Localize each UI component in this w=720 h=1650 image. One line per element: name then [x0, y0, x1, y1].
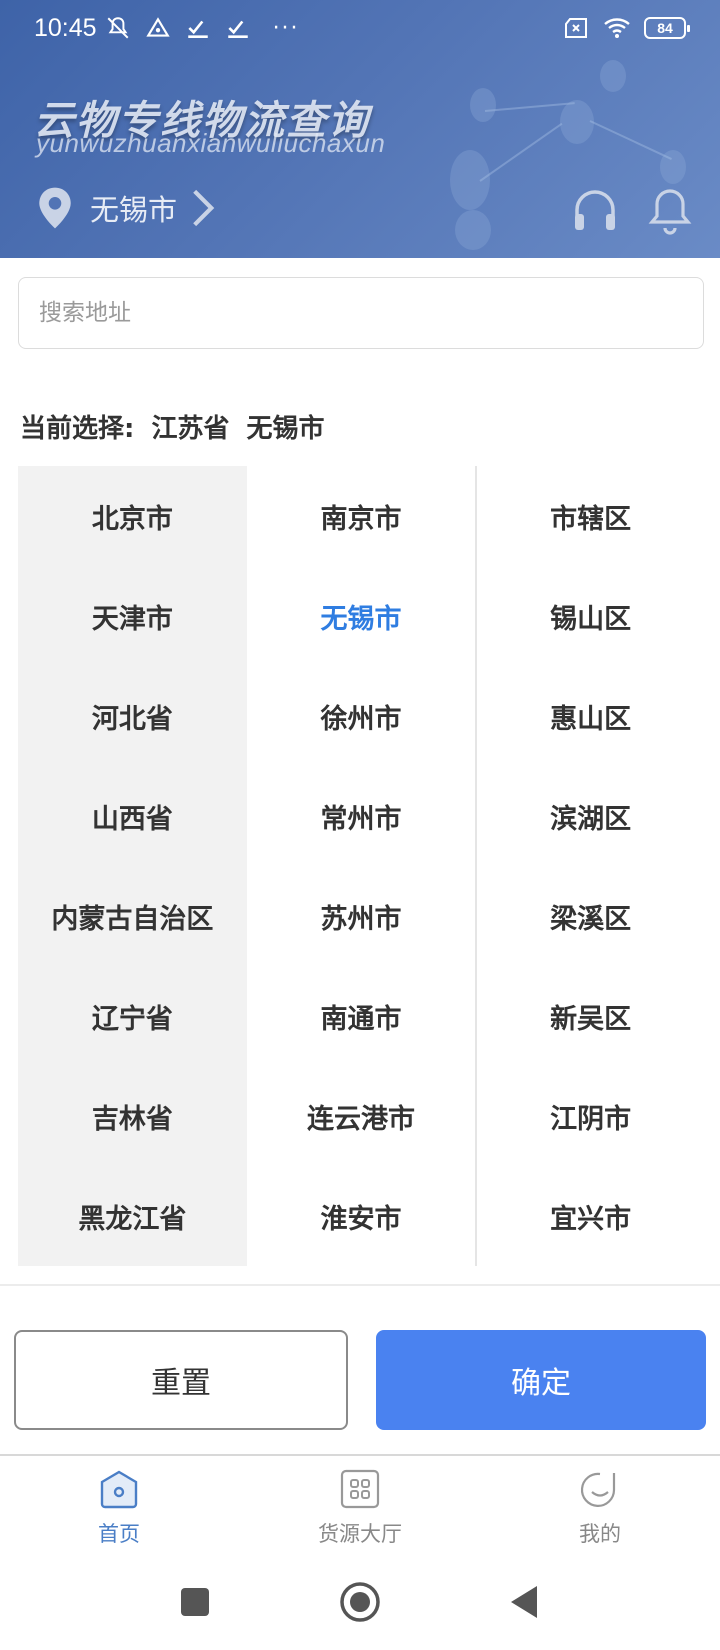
status-bar: 10:45 ··· 84 [0, 0, 720, 56]
current-selection: 当前选择: 江苏省 无锡市 [20, 408, 325, 445]
city-item[interactable]: 连云港市 [247, 1066, 476, 1166]
tab-cargo-hall[interactable]: 货源大厅 [310, 1468, 410, 1548]
decor-node [455, 210, 491, 250]
district-item[interactable]: 梁溪区 [477, 866, 704, 966]
district-item[interactable]: 惠山区 [477, 666, 704, 766]
app-subtitle: yunwuzhuanxianwuliuchaxun [36, 128, 386, 158]
tab-label: 我的 [579, 1522, 621, 1546]
status-time: 10:45 [34, 13, 97, 42]
city-column: 南京市 无锡市 徐州市 常州市 苏州市 南通市 连云港市 淮安市 [247, 466, 476, 1266]
province-item[interactable]: 山西省 [18, 766, 247, 866]
more-notifications-icon: ··· [272, 15, 300, 41]
city-item[interactable]: 南通市 [247, 966, 476, 1066]
location-pin-icon [39, 187, 71, 229]
sim-off-icon [565, 18, 587, 38]
district-item[interactable]: 锡山区 [477, 566, 704, 666]
city-item[interactable]: 徐州市 [247, 666, 476, 766]
province-item[interactable]: 天津市 [18, 566, 247, 666]
city-item[interactable]: 南京市 [247, 466, 476, 566]
district-item[interactable]: 新吴区 [477, 966, 704, 1066]
app-header: 10:45 ··· 84 云物专线物流查询 yunwuzhuanxianwuli… [0, 0, 720, 258]
city-item[interactable]: 淮安市 [247, 1166, 476, 1266]
tab-profile[interactable]: 我的 [570, 1468, 630, 1548]
bottom-tab-bar: 首页 货源大厅 我的 [0, 1456, 720, 1566]
tab-label: 首页 [98, 1522, 140, 1546]
district-column: 市辖区 锡山区 惠山区 滨湖区 梁溪区 新吴区 江阴市 宜兴市 [475, 466, 704, 1266]
province-item[interactable]: 黑龙江省 [18, 1166, 247, 1266]
bell-icon[interactable] [645, 186, 695, 236]
battery-indicator: 84 [644, 17, 690, 39]
district-item[interactable]: 宜兴市 [477, 1166, 704, 1266]
task-check-icon [187, 20, 208, 38]
current-selection-label: 当前选择: [20, 414, 135, 444]
province-column: 北京市 天津市 河北省 山西省 内蒙古自治区 辽宁省 吉林省 黑龙江省 [18, 466, 247, 1266]
chevron-right-icon [193, 189, 215, 227]
square-icon[interactable] [173, 1580, 217, 1624]
city-item[interactable]: 常州市 [247, 766, 476, 866]
decor-node [450, 150, 490, 210]
headset-icon[interactable] [570, 186, 620, 236]
status-right: 84 [562, 16, 690, 40]
tab-label: 货源大厅 [318, 1522, 402, 1546]
district-item[interactable]: 滨湖区 [477, 766, 704, 866]
district-item[interactable]: 市辖区 [477, 466, 704, 566]
system-nav-bar [0, 1566, 720, 1650]
province-item[interactable]: 河北省 [18, 666, 247, 766]
decor-node [470, 88, 496, 122]
mute-bell-icon [107, 17, 129, 39]
circle-icon[interactable] [338, 1580, 382, 1624]
decor-line [479, 122, 563, 182]
current-selection-province: 江苏省 [151, 414, 230, 444]
district-item[interactable]: 江阴市 [477, 1066, 704, 1166]
location-selector[interactable]: 无锡市 [36, 186, 217, 230]
home-icon [100, 1470, 138, 1509]
profile-icon [580, 1472, 616, 1507]
decor-line [589, 120, 672, 160]
wifi-icon [604, 18, 630, 38]
province-item[interactable]: 辽宁省 [18, 966, 247, 1066]
city-item[interactable]: 苏州市 [247, 866, 476, 966]
reset-button[interactable]: 重置 [14, 1330, 348, 1430]
confirm-button[interactable]: 确定 [376, 1330, 706, 1430]
back-triangle-icon[interactable] [503, 1580, 547, 1624]
battery-level: 84 [657, 20, 673, 36]
current-selection-city: 无锡市 [246, 414, 325, 444]
tab-home[interactable]: 首页 [89, 1468, 149, 1548]
current-city: 无锡市 [90, 193, 178, 227]
province-item[interactable]: 内蒙古自治区 [18, 866, 247, 966]
grid-icon [340, 1469, 380, 1509]
divider [0, 1284, 720, 1286]
drive-icon [145, 17, 170, 37]
decor-node [600, 60, 626, 92]
region-picker: 北京市 天津市 河北省 山西省 内蒙古自治区 辽宁省 吉林省 黑龙江省 南京市 … [18, 466, 704, 1266]
task-check-icon [227, 20, 248, 38]
search-address-input[interactable] [18, 277, 704, 349]
city-item-selected[interactable]: 无锡市 [247, 566, 476, 666]
province-item[interactable]: 吉林省 [18, 1066, 247, 1166]
notification-icons: ··· [105, 15, 300, 41]
province-item[interactable]: 北京市 [18, 466, 247, 566]
